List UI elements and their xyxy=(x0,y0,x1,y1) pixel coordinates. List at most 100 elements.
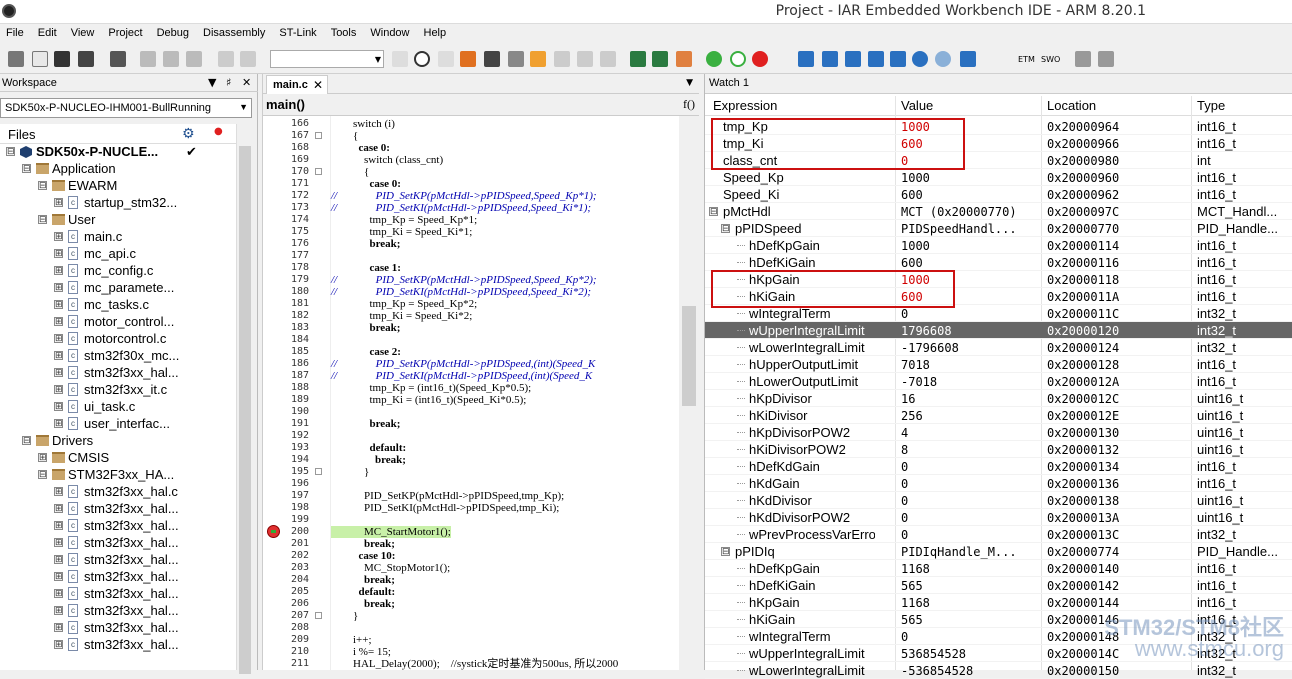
menu-window[interactable]: Window xyxy=(364,24,417,39)
code-line[interactable]: tmp_Kp = (int16_t)(Speed_Kp*0.5); xyxy=(331,382,532,394)
layout2-icon[interactable] xyxy=(1098,51,1114,67)
reset-icon[interactable] xyxy=(730,51,746,67)
collapse-icon[interactable]: ⊟ xyxy=(22,436,31,445)
expand-icon[interactable]: ⊞ xyxy=(54,266,63,275)
back-icon[interactable] xyxy=(392,51,408,67)
collapse-icon[interactable]: ⊟ xyxy=(38,181,47,190)
watch-row[interactable]: hKpDivisorPOW2 4 0x20000130 uint16_t xyxy=(705,424,1292,441)
reset-debug-icon[interactable] xyxy=(960,51,976,67)
menu-tools[interactable]: Tools xyxy=(325,24,365,39)
code-line[interactable]: i++; xyxy=(331,634,372,646)
code-line[interactable]: MC_StopMotor1(); xyxy=(331,562,450,574)
tree-item[interactable]: ⊞ c stm32f3xx_hal... xyxy=(0,552,236,569)
code-line[interactable]: tmp_Ki = Speed_Ki*2; xyxy=(331,310,473,322)
watch-row[interactable]: wPrevProcessVarError 0 0x2000013C int32_t xyxy=(705,526,1292,543)
watch-row[interactable]: hLowerOutputLimit -7018 0x2000012A int16_t xyxy=(705,373,1292,390)
code-line[interactable]: tmp_Kp = Speed_Kp*1; xyxy=(331,214,478,226)
watch-value[interactable]: 1000 xyxy=(901,273,1039,287)
watch-value[interactable]: 1000 xyxy=(901,171,1039,185)
watch-value[interactable]: 1796608 xyxy=(901,324,1039,338)
code-line[interactable]: switch (class_cnt) xyxy=(331,154,443,166)
watch-row[interactable]: Speed_Ki 600 0x20000962 int16_t xyxy=(705,186,1292,203)
watch-row[interactable]: ⊟ pPIDSpeed PIDSpeedHandl... 0x20000770 PID_… xyxy=(705,220,1292,237)
tree-scrollbar[interactable] xyxy=(236,124,252,674)
collapse-icon[interactable]: ⊟ xyxy=(721,547,730,556)
menu-debug[interactable]: Debug xyxy=(151,24,197,39)
watch-value[interactable]: 0 xyxy=(901,460,1039,474)
code-line[interactable]: { xyxy=(331,166,369,178)
code-line[interactable]: HAL_Delay(2000); //systick定时基准为500us, 所以… xyxy=(331,658,618,670)
toggle-bookmark-icon[interactable] xyxy=(600,51,616,67)
menu-view[interactable]: View xyxy=(65,24,103,39)
expand-icon[interactable]: ⊞ xyxy=(54,402,63,411)
code-line[interactable]: break; xyxy=(331,574,395,586)
watch-row[interactable]: wLowerIntegralLimit -536854528 0x20000150 i… xyxy=(705,662,1292,679)
watch-row[interactable]: hKpGain 1168 0x20000144 int16_t xyxy=(705,594,1292,611)
watch-row[interactable]: hUpperOutputLimit 7018 0x20000128 int16_t xyxy=(705,356,1292,373)
expand-icon[interactable]: ⊞ xyxy=(54,487,63,496)
watch-value[interactable]: 0 xyxy=(901,307,1039,321)
watch-value[interactable]: 0 xyxy=(901,528,1039,542)
code-line[interactable]: default: xyxy=(331,442,407,454)
watch-value[interactable]: 536854528 xyxy=(901,647,1039,661)
gear-icon[interactable]: ⚙ xyxy=(182,126,195,142)
code-line[interactable]: PID_SetKP(pMctHdl->pPIDSpeed,tmp_Kp); xyxy=(331,490,564,502)
watch-value[interactable]: 16 xyxy=(901,392,1039,406)
watch-value[interactable]: 1168 xyxy=(901,596,1039,610)
watch-row[interactable]: hKpGain 1000 0x20000118 int16_t xyxy=(705,271,1292,288)
code-line[interactable]: case 2: xyxy=(331,346,401,358)
watch-row[interactable]: wIntegralTerm 0 0x2000011C int32_t xyxy=(705,305,1292,322)
replace-icon[interactable] xyxy=(460,51,476,67)
tree-item[interactable]: ⊞ c stm32f3xx_hal... xyxy=(0,501,236,518)
expand-icon[interactable]: ⊞ xyxy=(54,385,63,394)
watch-row[interactable]: hDefKpGain 1168 0x20000140 int16_t xyxy=(705,560,1292,577)
watch-value[interactable]: 8 xyxy=(901,443,1039,457)
collapse-icon[interactable]: ⊟ xyxy=(709,207,718,216)
code-line[interactable]: { xyxy=(331,130,358,142)
watch-row[interactable]: tmp_Kp 1000 0x20000964 int16_t xyxy=(705,118,1292,135)
new-workspace-icon[interactable] xyxy=(8,51,24,67)
watch-value[interactable]: -536854528 xyxy=(901,664,1039,678)
configuration-select[interactable]: SDK50x-P-NUCLEO-IHM001-BullRunning ▼ xyxy=(0,98,252,118)
expand-icon[interactable]: ⊞ xyxy=(54,572,63,581)
watch-value[interactable]: 0 xyxy=(901,154,1039,168)
current-function[interactable]: main() xyxy=(266,97,305,112)
tree-item[interactable]: ⊞ c stm32f3xx_hal... xyxy=(0,603,236,620)
watch-value[interactable]: 600 xyxy=(901,290,1039,304)
code-line[interactable]: break; xyxy=(331,322,401,334)
expand-icon[interactable]: ⊞ xyxy=(54,198,63,207)
expand-icon[interactable]: ⊞ xyxy=(54,351,63,360)
watch-row[interactable]: wLowerIntegralLimit -1796608 0x20000124 int… xyxy=(705,339,1292,356)
next-bookmark-icon[interactable] xyxy=(577,51,593,67)
watch-value[interactable]: -1796608 xyxy=(901,341,1039,355)
watch-value[interactable]: PIDSpeedHandl... xyxy=(901,222,1039,236)
collapse-icon[interactable]: ⊟ xyxy=(22,164,31,173)
tree-item[interactable]: ⊞ c mc_tasks.c xyxy=(0,297,236,314)
tab-main-c[interactable]: main.c ✕ xyxy=(266,75,328,94)
expand-icon[interactable]: ⊞ xyxy=(54,521,63,530)
watch-value[interactable]: 600 xyxy=(901,256,1039,270)
save-all-icon[interactable] xyxy=(78,51,94,67)
tree-item[interactable]: ⊟ Application xyxy=(0,161,236,178)
expand-icon[interactable]: ⊞ xyxy=(54,623,63,632)
tree-item[interactable]: ⊞ c stm32f3xx_hal... xyxy=(0,518,236,535)
code-line[interactable]: break; xyxy=(331,238,401,250)
menu-file[interactable]: File xyxy=(0,24,32,39)
debug-icon[interactable] xyxy=(706,51,722,67)
undo-icon[interactable] xyxy=(218,51,234,67)
code-line[interactable]: } xyxy=(331,466,369,478)
watch-row[interactable]: hDefKiGain 600 0x20000116 int16_t xyxy=(705,254,1292,271)
tree-item[interactable]: ⊞ c mc_api.c xyxy=(0,246,236,263)
tree-item[interactable]: ⊞ c stm32f3xx_hal... xyxy=(0,586,236,603)
watch-row[interactable]: wUpperIntegralLimit 1796608 0x20000120 int3… xyxy=(705,322,1292,339)
expand-icon[interactable]: ⊞ xyxy=(54,300,63,309)
pin-icon[interactable]: ♯ xyxy=(226,76,231,89)
watch-row[interactable]: hDefKpGain 1000 0x20000114 int16_t xyxy=(705,237,1292,254)
code-line[interactable]: break; xyxy=(331,538,395,550)
fold-marker-icon[interactable] xyxy=(315,612,322,619)
make-icon[interactable] xyxy=(652,51,668,67)
watch-row[interactable]: hKiDivisorPOW2 8 0x20000132 uint16_t xyxy=(705,441,1292,458)
code-line[interactable]: // PID_SetKP(pMctHdl->pPIDSpeed,Speed_Kp… xyxy=(331,190,597,202)
watch-row[interactable]: hKdDivisor 0 0x20000138 uint16_t xyxy=(705,492,1292,509)
watch-value[interactable]: 1000 xyxy=(901,120,1039,134)
